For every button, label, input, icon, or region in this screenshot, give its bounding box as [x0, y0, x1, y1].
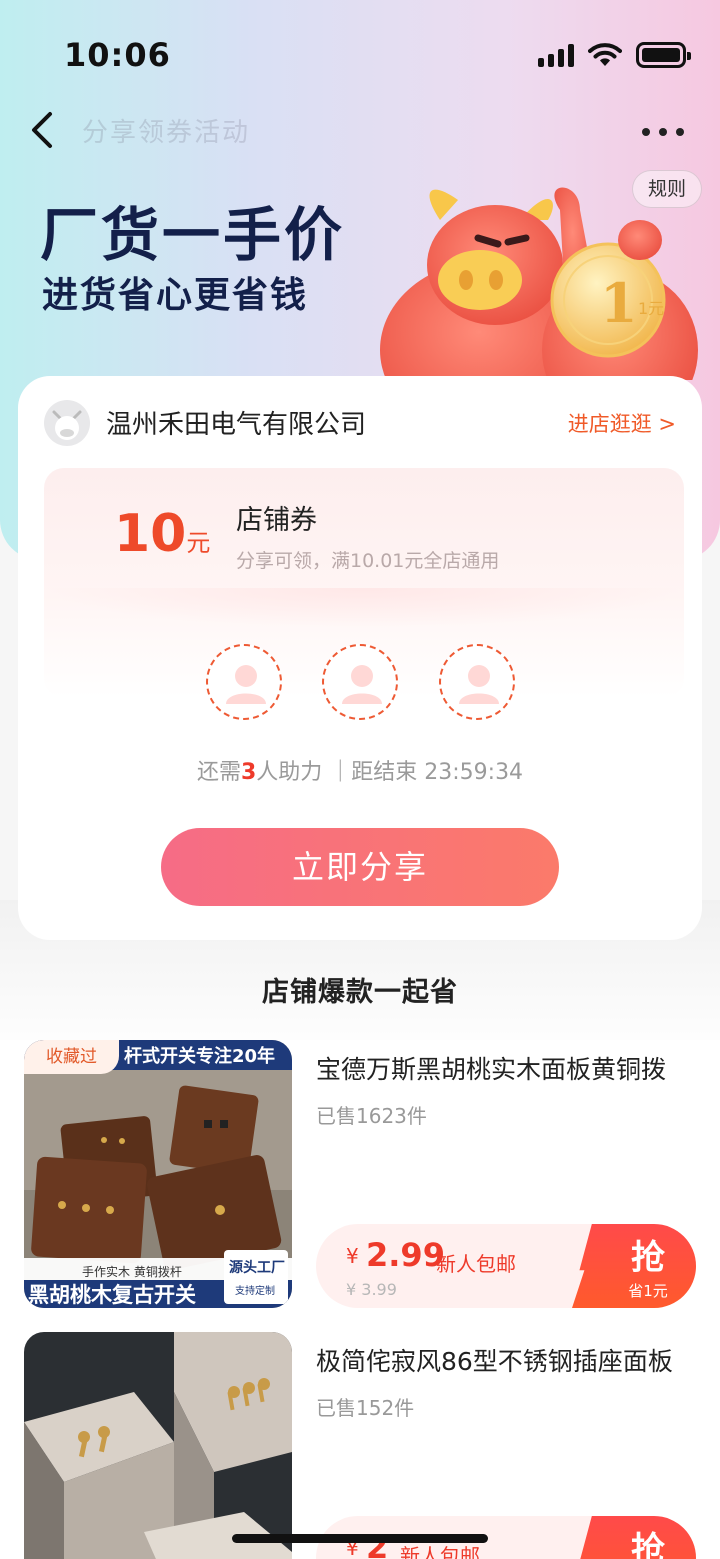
grab-button[interactable]: 抢 省1元 — [572, 1224, 696, 1308]
shop-name: 温州禾田电气有限公司 — [106, 410, 367, 440]
assist-status: 还需3人助力 ｜距结束 23:59:34 — [18, 754, 702, 786]
product-image-bottom-text: 黑胡桃木复古开关 — [28, 1283, 196, 1307]
svg-text:1: 1 — [600, 271, 638, 335]
empty-user-icon — [342, 665, 382, 704]
price-currency: ¥ — [346, 1244, 359, 1268]
coin-label: 1元 — [638, 299, 664, 318]
shipping-tag: 新人包邮 — [436, 1252, 516, 1276]
favorited-badge: 收藏过 — [24, 1040, 119, 1074]
status-icons — [538, 42, 691, 68]
wifi-icon — [588, 43, 622, 66]
grab-label: 抢 — [631, 1530, 665, 1559]
status-time: 10:06 — [64, 36, 171, 74]
product-sold-count: 已售152件 — [316, 1396, 415, 1420]
product-image[interactable]: 杆式开关专注20年 手作实木 黄铜拨杆 黑胡桃木复古开关 源头工厂 支持定制 — [24, 1040, 292, 1308]
product-title[interactable]: 极简侘寂风86型不锈钢插座面板 — [316, 1342, 696, 1378]
back-arrow-icon[interactable] — [24, 108, 68, 152]
save-amount: 省1元 — [628, 1282, 668, 1300]
signal-icon — [538, 43, 574, 67]
share-now-button[interactable]: 立即分享 — [161, 828, 559, 906]
grab-button[interactable]: 抢 — [572, 1516, 696, 1559]
shop-avatar[interactable] — [44, 400, 90, 446]
product-card[interactable]: 杆式开关专注20年 手作实木 黄铜拨杆 黑胡桃木复古开关 源头工厂 支持定制 收… — [0, 1040, 720, 1320]
bull-avatar-icon — [52, 410, 82, 440]
grab-label: 抢 — [631, 1238, 665, 1278]
coupon-type: 店铺券 — [236, 505, 317, 536]
coupon-amount-value: 10 — [114, 504, 187, 564]
product-card[interactable]: 极简侘寂风86型不锈钢插座面板 已售152件 ¥ 2 新人包邮 抢 — [0, 1332, 720, 1559]
helper-slot[interactable] — [322, 644, 398, 720]
assist-suffix: 人助力 ｜距结束 23:59:34 — [256, 760, 524, 785]
section-header: 店铺爆款一起省 — [0, 970, 720, 1009]
product-image-stamp-main: 源头工厂 — [229, 1259, 285, 1276]
assist-prefix: 还需 — [196, 760, 241, 785]
hero-subtitle: 进货省心更省钱 — [42, 275, 309, 316]
price-value: 2 — [366, 1528, 389, 1559]
coupon-amount: 10元 — [114, 504, 210, 564]
coupon-description: 分享可领，满10.01元全店通用 — [236, 550, 500, 572]
price-value: 2.99 — [366, 1236, 445, 1274]
enter-shop-link[interactable]: 进店逛逛 > — [568, 408, 676, 438]
product-image-stamp-sub: 支持定制 — [235, 1284, 275, 1297]
product-image[interactable] — [24, 1332, 292, 1559]
home-indicator[interactable] — [232, 1534, 488, 1543]
hero-title: 厂货一手价 — [40, 201, 346, 269]
nav-title: 分享领券活动 — [82, 118, 251, 148]
coupon-card: 温州禾田电气有限公司 进店逛逛 > 10元 店铺券 分享可领，满10.01元全店… — [18, 376, 702, 940]
coupon-box: 10元 店铺券 分享可领，满10.01元全店通用 — [44, 468, 684, 720]
helper-slot[interactable] — [206, 644, 282, 720]
battery-icon — [636, 42, 691, 68]
empty-user-icon — [459, 665, 499, 704]
empty-user-icon — [226, 665, 266, 704]
product-sold-count: 已售1623件 — [316, 1104, 427, 1128]
coupon-divider — [44, 588, 684, 628]
product-image-top-text: 杆式开关专注20年 — [124, 1045, 275, 1067]
helper-slot[interactable] — [439, 644, 515, 720]
product-title[interactable]: 宝德万斯黑胡桃实木面板黄铜拨 — [316, 1050, 696, 1086]
assist-count: 3 — [240, 760, 257, 785]
coupon-amount-unit: 元 — [186, 529, 211, 557]
price-bar: ¥ 2.99 新人包邮 ¥ 3.99 抢 省1元 — [316, 1224, 696, 1308]
product-image-mid-text: 手作实木 黄铜拨杆 — [82, 1264, 182, 1279]
section-title: 店铺爆款一起省 — [262, 977, 458, 1008]
bull-mascot-illustration: 1 1元 — [380, 187, 698, 380]
more-options-icon[interactable] — [642, 128, 684, 136]
original-price: ¥ 3.99 — [346, 1280, 397, 1299]
